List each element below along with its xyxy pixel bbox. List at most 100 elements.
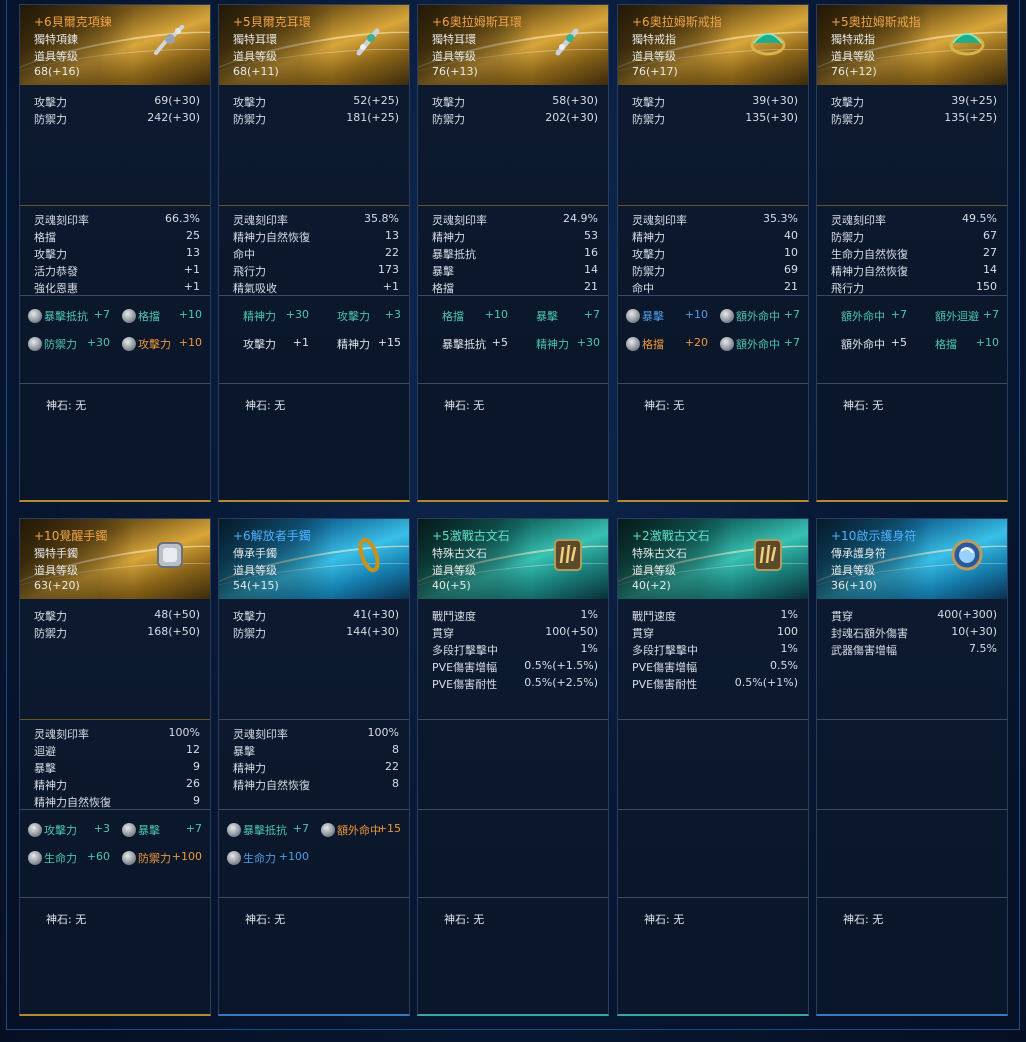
item-level: 54(+15): [233, 579, 279, 592]
manastone-value: +5: [491, 336, 508, 349]
stat-name: 貫穿: [831, 610, 853, 623]
section-divider: [219, 205, 409, 206]
item-card[interactable]: +5激戰古文石 特殊古文石 道具等级 40(+5) 戰鬥速度 1% 貫穿 100(+50) 多段…: [417, 518, 609, 1016]
base-stat-row: 戰鬥速度 1%: [632, 608, 798, 624]
stat-value: 10(+30): [951, 625, 997, 638]
item-level: 36(+10): [831, 579, 877, 592]
item-card[interactable]: +6解放者手鐲 傳承手鐲 道具等级 54(+15) 攻擊力 41(+30) 防禦力 144(+…: [218, 518, 410, 1016]
section-divider: [418, 205, 608, 206]
manastone-icon: [28, 823, 42, 837]
stat-value: 69: [784, 263, 798, 276]
manastone-slot[interactable]: 防禦力 +30: [28, 336, 112, 352]
item-card[interactable]: +2激戰古文石 特殊古文石 道具等级 40(+2) 戰鬥速度 1% 貫穿 100 多段打擊擊中 1…: [617, 518, 809, 1016]
stat-value: 66.3%: [165, 212, 200, 225]
manastone-slot[interactable]: 精神力 +15: [321, 336, 405, 352]
manastone-icon: [720, 337, 734, 351]
manastone-slot[interactable]: 額外命中 +5: [825, 336, 909, 352]
item-level-label: 道具等级: [34, 564, 78, 577]
stat-name: 精神力自然恢復: [831, 265, 908, 278]
item-title: +6奧拉姆斯戒指: [632, 15, 722, 29]
manastone-slot[interactable]: 攻擊力 +3: [321, 308, 405, 324]
manastone-value: +15: [377, 822, 401, 835]
manastone-slot[interactable]: 暴擊 +7: [520, 308, 604, 324]
soul-stat-row: 攻擊力 10: [632, 246, 798, 262]
stat-name: 精神力自然恢復: [233, 231, 310, 244]
manastone-slot[interactable]: 額外命中 +7: [825, 308, 909, 324]
manastone-slot[interactable]: 攻擊力 +10: [122, 336, 206, 352]
base-stat-row: 貫穿 100: [632, 625, 798, 641]
base-stat-row: 封魂石額外傷害 10(+30): [831, 625, 997, 641]
item-type: 特殊古文石: [432, 547, 487, 560]
stat-value: 100(+50): [545, 625, 598, 638]
manastone-slot[interactable]: 額外命中 +7: [720, 336, 804, 352]
manastone-value: +3: [93, 822, 110, 835]
base-stat-row: 防禦力 202(+30): [432, 111, 598, 127]
item-type: 獨特項鍊: [34, 33, 78, 46]
manastone-slot[interactable]: 額外迴避 +7: [919, 308, 1003, 324]
stat-value: 35.8%: [364, 212, 399, 225]
section-divider: [817, 719, 1007, 720]
item-level: 40(+2): [632, 579, 671, 592]
item-card[interactable]: +6奧拉姆斯戒指 獨特戒指 道具等级 76(+17) 攻擊力 39(+30) 防禦力 135(…: [617, 4, 809, 502]
manastone-slot[interactable]: 額外命中 +7: [720, 308, 804, 324]
manastone-slot[interactable]: 格擋 +10: [122, 308, 206, 324]
manastone-slot[interactable]: 格擋 +10: [919, 336, 1003, 352]
base-stat-row: 攻擊力 39(+30): [632, 94, 798, 110]
manastone-icon: [227, 851, 241, 865]
manastone-slot[interactable]: 格擋 +20: [626, 336, 710, 352]
stat-value: 41(+30): [353, 608, 399, 621]
soul-stat-row: 灵魂刻印率 35.8%: [233, 212, 399, 228]
manastone-label: 格擋: [935, 338, 957, 351]
stat-name: 活力恭發: [34, 265, 78, 278]
manastone-slot[interactable]: 精神力 +30: [520, 336, 604, 352]
stat-value: 10: [784, 246, 798, 259]
stat-value: 173: [378, 263, 399, 276]
base-stat-row: 攻擊力 52(+25): [233, 94, 399, 110]
soul-stat-row: 灵魂刻印率 35.3%: [632, 212, 798, 228]
godstone-label: 神石: 无: [245, 913, 286, 926]
item-type: 獨特戒指: [632, 33, 676, 46]
manastone-slot[interactable]: 暴擊抵抗 +7: [227, 822, 311, 838]
manastone-slot[interactable]: 暴擊抵抗 +5: [426, 336, 510, 352]
stat-name: 格擋: [432, 282, 454, 295]
manastone-label: 攻擊力: [337, 310, 370, 323]
manastone-slot[interactable]: 暴擊 +7: [122, 822, 206, 838]
stat-name: 飛行力: [233, 265, 266, 278]
item-card[interactable]: +10覺醒手鐲 獨特手鐲 道具等级 63(+20) 攻擊力 48(+50) 防禦力 168(+…: [19, 518, 211, 1016]
manastone-slot[interactable]: 暴擊 +10: [626, 308, 710, 324]
stat-value: 14: [584, 263, 598, 276]
manastone-label: 額外命中: [736, 310, 780, 323]
stat-name: 飛行力: [831, 282, 864, 295]
manastone-slot[interactable]: 額外命中 +15: [321, 822, 405, 838]
stat-name: PVE傷害耐性: [432, 678, 498, 691]
manastone-value: +7: [185, 822, 202, 835]
godstone-label: 神石: 无: [46, 399, 87, 412]
manastone-slot[interactable]: 攻擊力 +3: [28, 822, 112, 838]
item-level: 76(+12): [831, 65, 877, 78]
manastone-slot[interactable]: 防禦力 +100: [122, 850, 206, 866]
manastone-slot[interactable]: 精神力 +30: [227, 308, 311, 324]
soul-stat-row: 灵魂刻印率 100%: [233, 726, 399, 742]
item-card[interactable]: +5奧拉姆斯戒指 獨特戒指 道具等级 76(+12) 攻擊力 39(+25) 防禦力 135(…: [816, 4, 1008, 502]
stat-value: 168(+50): [147, 625, 200, 638]
stat-value: 400(+300): [937, 608, 997, 621]
manastone-slot[interactable]: 暴擊抵抗 +7: [28, 308, 112, 324]
manastone-label: 生命力: [44, 852, 77, 865]
item-card[interactable]: +6奧拉姆斯耳環 獨特耳環 道具等级 76(+13) 攻擊力 58(+30) 防禦力 202(…: [417, 4, 609, 502]
manastone-slot[interactable]: 生命力 +100: [227, 850, 311, 866]
soul-stat-row: 暴擊 8: [233, 743, 399, 759]
manastone-slot[interactable]: 攻擊力 +1: [227, 336, 311, 352]
base-stat-row: 攻擊力 69(+30): [34, 94, 200, 110]
stat-value: 135(+30): [745, 111, 798, 124]
stat-name: 命中: [233, 248, 255, 261]
item-card[interactable]: +10啟示護身符 傳承護身符 道具等级 36(+10) 貫穿 400(+300) 封魂石額外…: [816, 518, 1008, 1016]
manastone-value: +15: [377, 336, 401, 349]
item-card[interactable]: +6貝爾克項鍊 獨特項鍊 道具等级 68(+16) 攻擊力 69(+30) 防禦力 242(+…: [19, 4, 211, 502]
item-card[interactable]: +5貝爾克耳環 獨特耳環 道具等级 68(+11) 攻擊力 52(+25) 防禦力 181(+…: [218, 4, 410, 502]
stat-name: 多段打擊擊中: [432, 644, 498, 657]
manastone-slot[interactable]: 生命力 +60: [28, 850, 112, 866]
section-divider: [20, 719, 210, 720]
item-level: 68(+16): [34, 65, 80, 78]
manastone-slot[interactable]: 格擋 +10: [426, 308, 510, 324]
earring-icon: [555, 28, 579, 56]
